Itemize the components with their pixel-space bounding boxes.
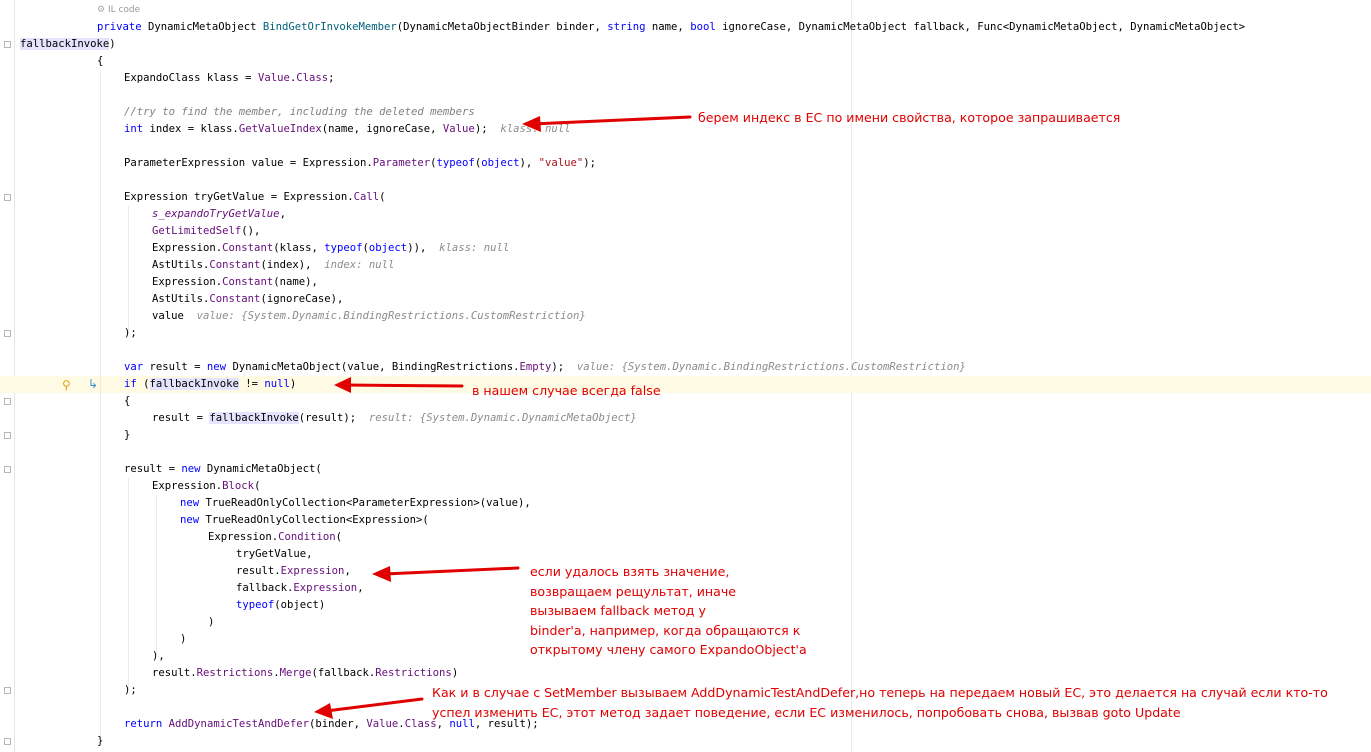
- annotation-line: если удалось взять значение,: [530, 564, 730, 579]
- annotation-arrowhead: [372, 566, 391, 582]
- annotation-text-block: Как и в случае с SetMember вызываем AddD…: [432, 683, 1328, 722]
- annotation-arrow: [530, 115, 692, 126]
- annotation-arrowhead: [522, 116, 541, 132]
- annotation-arrow: [382, 566, 520, 576]
- annotation-arrow: [342, 383, 464, 388]
- annotation-arrowhead: [314, 703, 333, 719]
- annotation-line: Как и в случае с SetMember вызываем AddD…: [432, 685, 1328, 700]
- annotation-text: в нашем случае всегда false: [472, 383, 661, 398]
- annotation-text-block: если удалось взять значение, возвращаем …: [530, 562, 807, 660]
- annotation-text: берем индекс в ЕС по имени свойства, кот…: [698, 110, 1121, 125]
- annotation-arrowhead: [334, 377, 351, 393]
- annotation-line: возвращаем рещультат, иначе: [530, 583, 737, 599]
- annotation-line: успел изменить ЕС, этот метод задает пов…: [432, 704, 1181, 720]
- annotation-line: binder'a, например, когда обращаются к: [530, 622, 801, 638]
- annotation-line: открытому члену самого ExpandoObject'a: [530, 642, 807, 657]
- annotation-line: вызываем fallback метод у: [530, 603, 706, 618]
- annotation-arrow: [324, 697, 424, 713]
